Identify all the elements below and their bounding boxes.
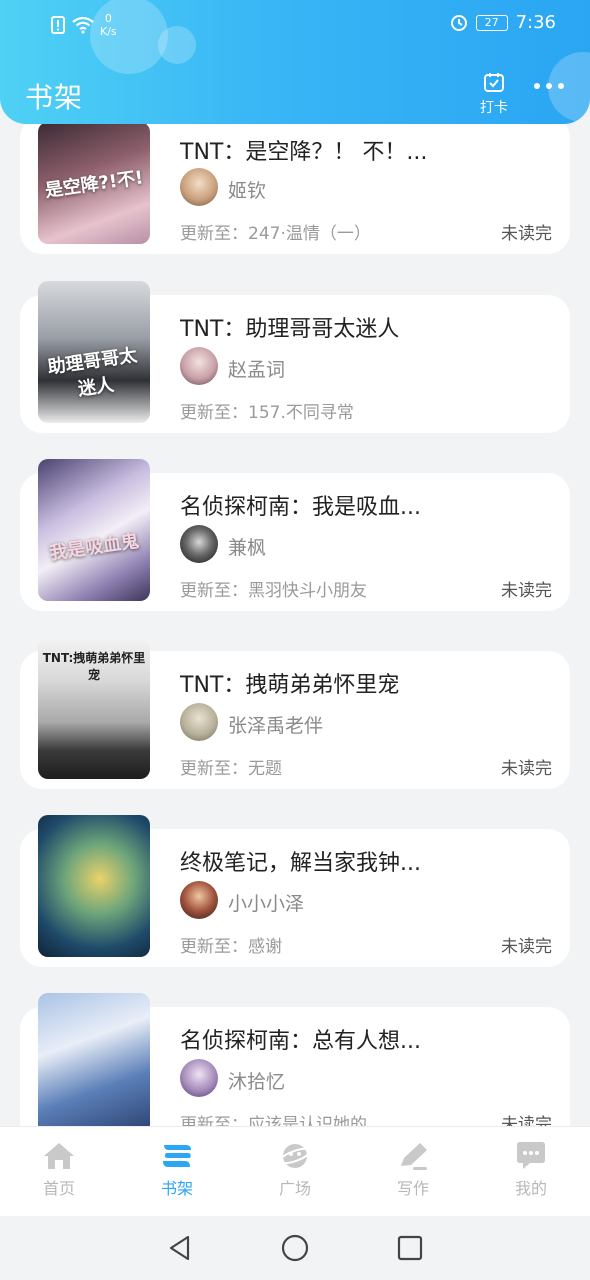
author-avatar[interactable]	[180, 703, 218, 741]
book-cover[interactable]	[38, 815, 150, 957]
more-dot	[546, 83, 552, 89]
alarm-icon	[450, 14, 467, 31]
network-speed-unit: K/s	[100, 25, 117, 38]
app-header: 0 K/s 27 7:36 书架 打卡	[0, 0, 590, 124]
status-right: 27 7:36	[450, 12, 556, 33]
author-avatar[interactable]	[180, 881, 218, 919]
author-name: 赵孟词	[228, 359, 286, 381]
book-cover[interactable]: 我是吸血鬼	[38, 459, 150, 601]
bottom-nav: 首页 书架 广场 写作 我的	[0, 1126, 590, 1216]
author-avatar[interactable]	[180, 347, 218, 385]
book-card[interactable]: 名侦探柯南：总有人想... 沐拾忆 更新至：应该是认识她的 未读完	[20, 993, 570, 1126]
chat-bubble-icon	[517, 1142, 545, 1169]
read-status: 未读完	[501, 581, 552, 601]
system-nav-bar	[0, 1216, 590, 1280]
update-info: 更新至：无题	[180, 759, 282, 779]
back-icon[interactable]	[166, 1234, 194, 1262]
author-avatar[interactable]	[180, 168, 218, 206]
read-status: 未读完	[501, 937, 552, 957]
checkin-button[interactable]: 打卡	[476, 72, 512, 117]
book-card[interactable]: 终极笔记，解当家我钟... 小小小泽 更新至：感谢 未读完	[20, 815, 570, 967]
read-status: 未读完	[501, 224, 552, 244]
nav-label: 首页	[42, 1179, 75, 1198]
sim-alert-icon	[51, 16, 65, 34]
screen: 是空降?!不! TNT：是空降？！ 不！... 姬钦 更新至：247·温情（一）…	[0, 0, 590, 1280]
nav-label: 广场	[278, 1179, 311, 1198]
nav-home[interactable]: 首页	[0, 1127, 118, 1216]
book-cover[interactable]: 是空降?!不!	[38, 122, 150, 244]
book-card[interactable]: 是空降?!不! TNT：是空降？！ 不！... 姬钦 更新至：247·温情（一）…	[20, 116, 570, 254]
book-card[interactable]: 助理哥哥太迷人 TNT：助理哥哥太迷人 赵孟词 更新至：157.不同寻常	[20, 281, 570, 433]
network-speed-value: 0	[104, 12, 112, 25]
update-info: 更新至：247·温情（一）	[180, 224, 371, 244]
author-name: 姬钦	[228, 180, 267, 202]
page-title: 书架	[25, 81, 84, 114]
cover-title-text: 助理哥哥太迷人	[46, 344, 139, 401]
more-dot	[558, 83, 564, 89]
home-circle-icon[interactable]	[280, 1233, 310, 1263]
update-info: 更新至：感谢	[180, 937, 282, 957]
status-bar: 0 K/s 27 7:36	[0, 0, 590, 46]
book-cover[interactable]: TNT:拽萌弟弟怀里宠	[38, 637, 150, 779]
read-status: 未读完	[501, 759, 552, 779]
nav-write[interactable]: 写作	[354, 1127, 472, 1216]
calendar-check-icon	[484, 73, 504, 92]
clock: 7:36	[515, 12, 556, 33]
status-left: 0 K/s	[50, 12, 117, 38]
home-icon	[44, 1143, 74, 1169]
update-info: 更新至：应该是认识她的	[180, 1115, 367, 1126]
bookshelf-icon	[163, 1145, 191, 1167]
author-avatar[interactable]	[180, 525, 218, 563]
book-title[interactable]: TNT：是空降？！ 不！...	[180, 134, 480, 166]
book-title[interactable]: 名侦探柯南：总有人想...	[180, 1023, 480, 1055]
author-avatar[interactable]	[180, 1059, 218, 1097]
author-name: 张泽禹老伴	[228, 715, 324, 737]
update-info: 更新至：157.不同寻常	[180, 403, 354, 423]
bookshelf-list[interactable]: 是空降?!不! TNT：是空降？！ 不！... 姬钦 更新至：247·温情（一）…	[0, 0, 590, 1126]
wifi-icon	[72, 16, 94, 34]
nav-bookshelf[interactable]: 书架	[118, 1127, 236, 1216]
book-title[interactable]: TNT：拽萌弟弟怀里宠	[180, 667, 480, 699]
planet-icon	[278, 1144, 312, 1168]
book-cover[interactable]	[38, 993, 150, 1126]
book-cover[interactable]: 助理哥哥太迷人	[38, 281, 150, 423]
author-name: 兼枫	[228, 537, 267, 559]
book-card[interactable]: TNT:拽萌弟弟怀里宠 TNT：拽萌弟弟怀里宠 张泽禹老伴 更新至：无题 未读完	[20, 637, 570, 789]
more-options-icon[interactable]	[534, 83, 564, 89]
book-title[interactable]: 名侦探柯南：我是吸血...	[180, 489, 480, 521]
network-speed: 0 K/s	[100, 12, 117, 38]
cover-title-text: 是空降?!不!	[43, 167, 145, 202]
cover-title-text	[44, 856, 143, 870]
update-info: 更新至：黑羽快斗小朋友	[180, 581, 367, 601]
author-name: 小小小泽	[228, 893, 305, 915]
book-card[interactable]: 我是吸血鬼 名侦探柯南：我是吸血... 兼枫 更新至：黑羽快斗小朋友 未读完	[20, 459, 570, 611]
nav-label: 我的	[514, 1179, 547, 1198]
nav-profile[interactable]: 我的	[472, 1127, 590, 1216]
cover-title-text: TNT:拽萌弟弟怀里宠	[42, 651, 146, 682]
read-status: 未读完	[501, 1115, 552, 1126]
nav-label: 书架	[160, 1179, 193, 1198]
cover-title-text	[44, 1034, 143, 1048]
book-title[interactable]: 终极笔记，解当家我钟...	[180, 845, 480, 877]
more-dot	[534, 83, 540, 89]
battery-indicator: 27	[475, 14, 508, 31]
pen-icon	[401, 1143, 427, 1170]
checkin-label: 打卡	[480, 100, 508, 116]
nav-label: 写作	[396, 1179, 429, 1198]
recents-icon[interactable]	[396, 1234, 424, 1262]
author-name: 沐拾忆	[228, 1071, 286, 1093]
nav-square[interactable]: 广场	[236, 1127, 354, 1216]
book-title[interactable]: TNT：助理哥哥太迷人	[180, 311, 480, 343]
cover-title-text: 我是吸血鬼	[48, 530, 141, 565]
